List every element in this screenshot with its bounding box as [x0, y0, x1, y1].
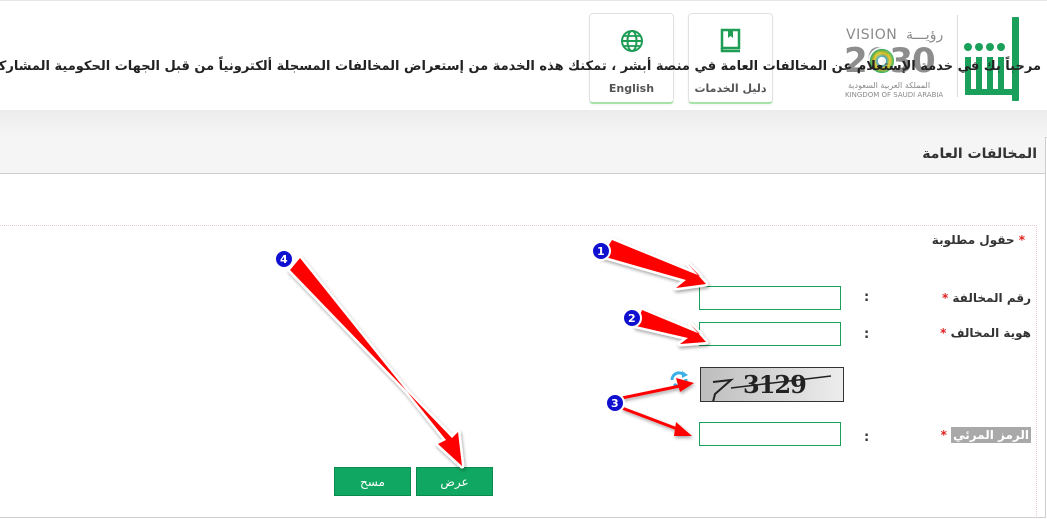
show-button[interactable]: عرض — [416, 467, 493, 496]
refresh-captcha-icon[interactable] — [668, 370, 690, 388]
colon: : — [864, 327, 870, 342]
captcha-text: 3129 — [743, 370, 807, 399]
violator-id-field[interactable] — [699, 322, 841, 346]
clear-button[interactable]: مسح — [334, 467, 411, 496]
required-note-text: حقول مطلوبة — [931, 233, 1015, 247]
header-separator — [0, 110, 1047, 138]
captcha-field[interactable] — [699, 422, 841, 446]
violator-id-label: هوية المخالف * — [940, 326, 1031, 340]
required-marker: * — [1018, 233, 1025, 247]
violation-number-field[interactable] — [699, 286, 841, 310]
panel-header: المخالفات العامة — [0, 137, 1045, 174]
book-icon — [720, 28, 740, 53]
required-fields-note: * حقول مطلوبة — [932, 233, 1025, 247]
captcha-image: 3129 — [700, 367, 844, 402]
site-header: VISIONرؤيـــة 2030 المملكة العربية السعو… — [0, 0, 1047, 111]
form-container — [0, 225, 1037, 516]
services-guide-label: دليل الخدمات — [694, 82, 767, 95]
captcha-label: الرمز المرئي * — [940, 427, 1031, 443]
colon: : — [864, 290, 870, 305]
intro-text: مرحباً بك في خدمة الإستعلام عن المخالفات… — [0, 59, 1041, 74]
panel-title: المخالفات العامة — [922, 146, 1037, 162]
english-label: English — [608, 82, 655, 95]
colon: : — [864, 430, 870, 445]
violation-number-label: رقم المخالفة * — [941, 291, 1031, 305]
globe-icon — [620, 30, 643, 52]
